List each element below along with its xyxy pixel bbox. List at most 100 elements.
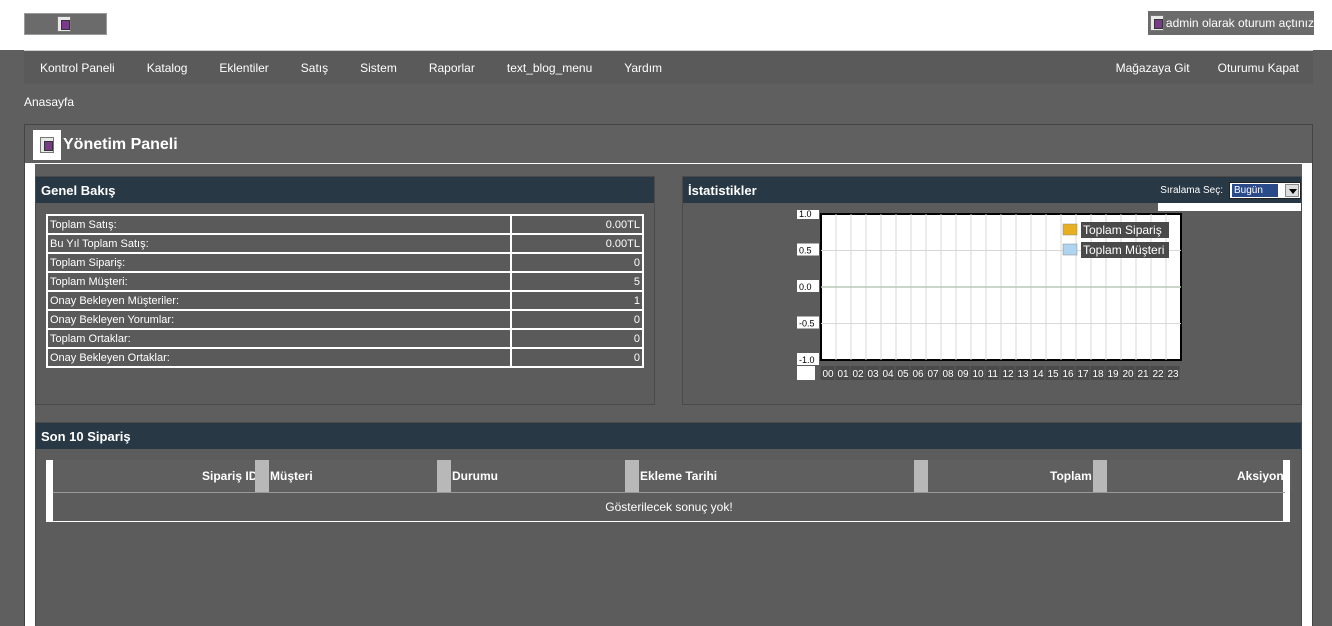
row-value: 0: [510, 328, 644, 349]
col-order-id[interactable]: Sipariş ID: [202, 460, 257, 492]
y-tick-label: -0.5: [799, 319, 815, 329]
range-select-value: Bugün: [1232, 183, 1278, 197]
x-axis-corner: [797, 366, 815, 380]
sort-label: Sıralama Seç:: [1160, 184, 1223, 196]
menu-item-dashboard[interactable]: Kontrol Paneli: [24, 61, 131, 75]
row-label: Bu Yıl Toplam Satış:: [46, 233, 512, 254]
legend-label: Toplam Müşteri: [1083, 243, 1164, 257]
x-tick-label: 22: [1153, 369, 1165, 380]
column-divider: [255, 460, 269, 492]
x-tick-label: 01: [838, 369, 850, 380]
x-tick-label: 15: [1048, 369, 1060, 380]
overview-table: Toplam Satış: 0.00TL Bu Yıl Toplam Satış:…: [46, 214, 644, 368]
table-edge-left: [46, 460, 53, 522]
table-row: Onay Bekleyen Ortaklar: 0: [46, 347, 644, 368]
row-label: Onay Bekleyen Yorumlar:: [46, 309, 512, 330]
menu-item-logout[interactable]: Oturumu Kapat: [1204, 61, 1313, 75]
menu-item-extensions[interactable]: Eklentiler: [203, 61, 284, 75]
latest-orders-panel: Son 10 Sipariş Sipariş ID Müşteri Durumu…: [35, 422, 1302, 626]
column-divider: [625, 460, 639, 492]
column-divider: [1093, 460, 1107, 492]
x-tick-label: 19: [1108, 369, 1120, 380]
main-menu: Kontrol Paneli Katalog Eklentiler Satış …: [24, 50, 1313, 84]
col-date-added[interactable]: Ekleme Tarihi: [640, 460, 717, 492]
x-tick-label: 05: [898, 369, 910, 380]
table-row: Onay Bekleyen Yorumlar: 0: [46, 309, 644, 330]
row-label: Toplam Ortaklar:: [46, 328, 512, 349]
row-value: 0.00TL: [510, 233, 644, 254]
home-icon: [33, 130, 61, 160]
row-label: Toplam Sipariş:: [46, 252, 512, 273]
y-tick-label: -1.0: [799, 355, 815, 365]
orders-table: Sipariş ID Müşteri Durumu Ekleme Tarihi …: [46, 460, 1292, 522]
table-row: Toplam Müşteri: 5: [46, 271, 644, 292]
x-tick-label: 13: [1018, 369, 1030, 380]
login-text: admin olarak oturum açtınız: [1165, 16, 1314, 30]
menu-item-blog[interactable]: text_blog_menu: [491, 61, 608, 75]
table-row: Bu Yıl Toplam Satış: 0.00TL: [46, 233, 644, 254]
row-value: 0: [510, 252, 644, 273]
y-tick-label: 0.0: [799, 282, 812, 292]
broken-image-icon: [57, 16, 71, 32]
x-tick-label: 14: [1033, 369, 1045, 380]
x-tick-label: 02: [853, 369, 865, 380]
menu-item-go-to-store[interactable]: Mağazaya Git: [1102, 61, 1204, 75]
x-tick-label: 08: [943, 369, 955, 380]
col-total[interactable]: Toplam: [1050, 460, 1092, 492]
x-tick-label: 23: [1168, 369, 1180, 380]
overview-panel: Genel Bakış Toplam Satış: 0.00TL Bu Yıl T…: [35, 176, 655, 405]
page-title: Yönetim Paneli: [63, 136, 178, 153]
x-tick-label: 18: [1093, 369, 1105, 380]
statistics-panel: İstatistikler Sıralama Seç: Bugün 1.0 0.5…: [682, 176, 1302, 405]
store-logo[interactable]: [24, 13, 107, 35]
menu-item-help[interactable]: Yardım: [608, 61, 678, 75]
menu-item-catalog[interactable]: Katalog: [131, 61, 204, 75]
menu-item-reports[interactable]: Raporlar: [413, 61, 491, 75]
legend-swatch: [1062, 223, 1078, 236]
x-tick-label: 07: [928, 369, 940, 380]
x-tick-label: 11: [988, 369, 999, 380]
orders-title: Son 10 Sipariş: [36, 423, 1301, 449]
menu-item-system[interactable]: Sistem: [344, 61, 413, 75]
row-label: Toplam Satış:: [46, 214, 512, 235]
y-tick-label: 0.5: [799, 246, 812, 256]
top-header: admin olarak oturum açtınız: [0, 0, 1332, 50]
x-tick-label: 20: [1123, 369, 1135, 380]
x-tick-label: 00: [823, 369, 835, 380]
login-info: admin olarak oturum açtınız: [1147, 11, 1314, 35]
x-tick-label: 09: [958, 369, 970, 380]
col-status[interactable]: Durumu: [452, 460, 498, 492]
dashboard-box: Yönetim Paneli Genel Bakış Toplam Satış:…: [24, 124, 1313, 626]
x-tick-label: 06: [913, 369, 925, 380]
box-heading: Yönetim Paneli: [33, 128, 178, 162]
row-label: Onay Bekleyen Müşteriler:: [46, 290, 512, 311]
legend-swatch: [1062, 243, 1078, 256]
row-label: Onay Bekleyen Ortaklar:: [46, 347, 512, 368]
col-action: Aksiyon: [1237, 469, 1284, 483]
row-value: 5: [510, 271, 644, 292]
chevron-down-icon[interactable]: [1285, 183, 1299, 197]
column-divider: [437, 460, 451, 492]
y-tick-label: 1.0: [799, 210, 812, 219]
row-label: Toplam Müşteri:: [46, 271, 512, 292]
orders-table-header: Sipariş ID Müşteri Durumu Ekleme Tarihi …: [46, 460, 1292, 522]
range-select[interactable]: Bugün: [1229, 181, 1301, 199]
statistics-title: İstatistikler: [688, 182, 757, 198]
row-value: 0: [510, 347, 644, 368]
table-row: Toplam Satış: 0.00TL: [46, 214, 644, 235]
statistics-chart: 1.0 0.5 0.0 -0.5 -1.0 00 01 02 03 04 05 06 07 08 09 10 1…: [795, 207, 1195, 390]
x-tick-label: 04: [883, 369, 895, 380]
user-icon: [1149, 15, 1164, 31]
x-tick-label: 03: [868, 369, 880, 380]
table-row: Toplam Ortaklar: 0: [46, 328, 644, 349]
table-row: Toplam Sipariş: 0: [46, 252, 644, 273]
orders-empty-row: Gösterilecek sonuç yok!: [53, 492, 1285, 522]
breadcrumb[interactable]: Anasayfa: [24, 95, 74, 109]
box-content: Genel Bakış Toplam Satış: 0.00TL Bu Yıl T…: [25, 163, 1312, 626]
menu-item-sales[interactable]: Satış: [285, 61, 344, 75]
overview-title: Genel Bakış: [36, 177, 654, 203]
table-row: Onay Bekleyen Müşteriler: 1: [46, 290, 644, 311]
col-customer[interactable]: Müşteri: [270, 460, 313, 492]
x-tick-label: 16: [1063, 369, 1075, 380]
column-divider: [914, 460, 928, 492]
